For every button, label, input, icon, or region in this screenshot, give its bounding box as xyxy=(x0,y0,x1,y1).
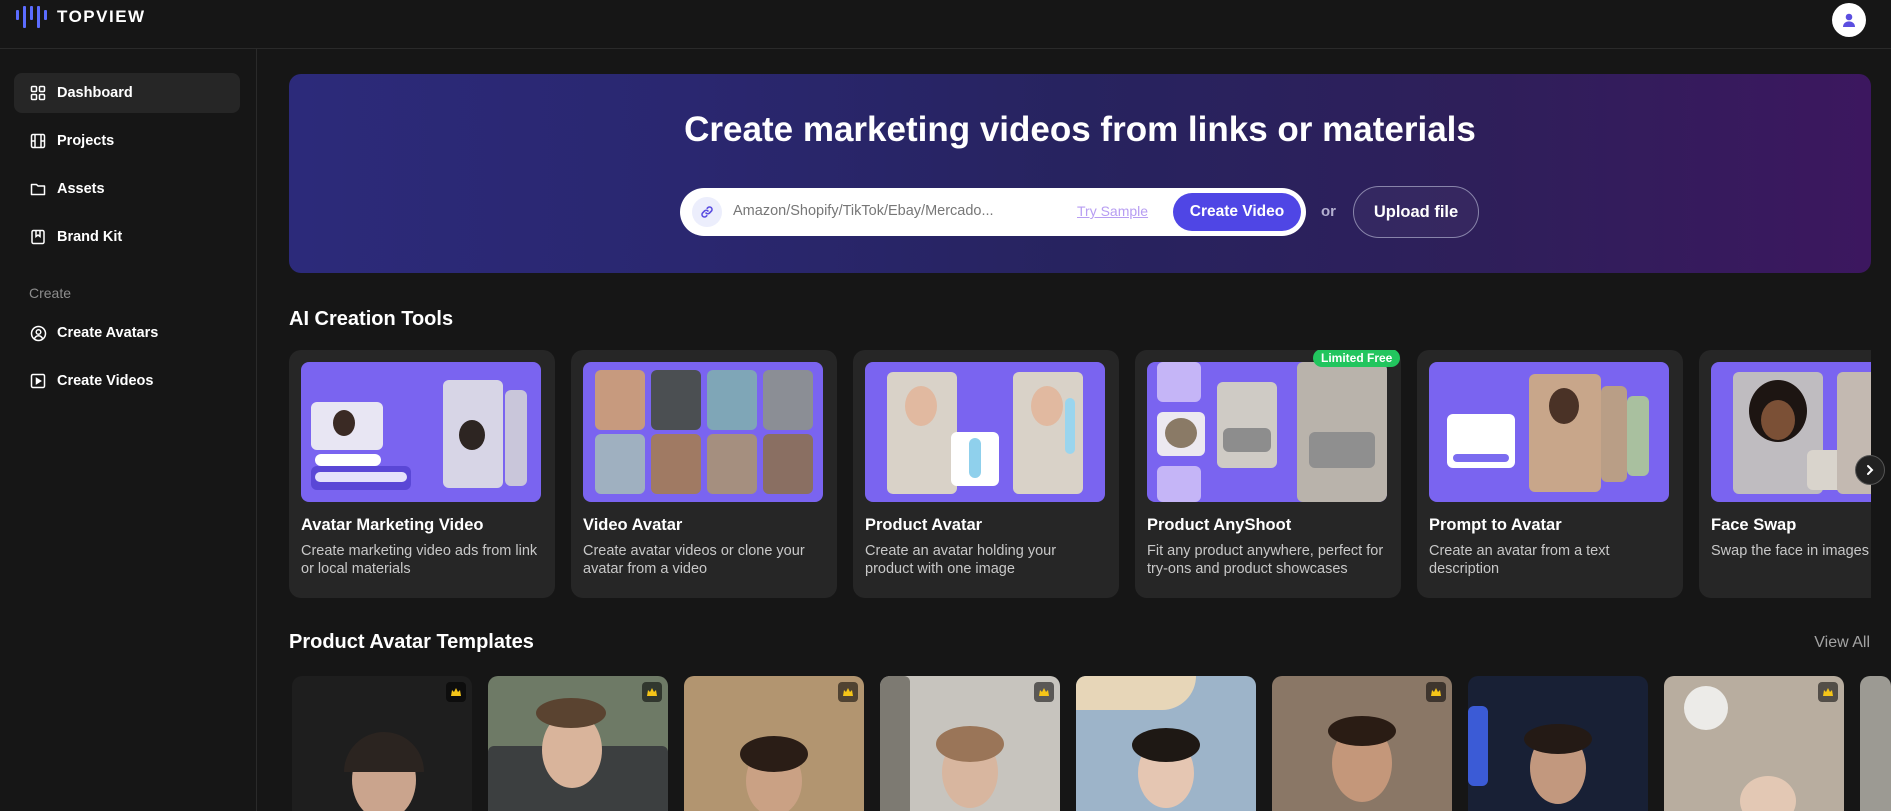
try-sample-link[interactable]: Try Sample xyxy=(1077,203,1148,219)
sidebar-section-create: Create xyxy=(29,285,72,301)
sidebar: Dashboard Projects Assets Brand Kit Crea… xyxy=(0,49,257,811)
user-icon xyxy=(1843,13,1855,27)
template-card[interactable] xyxy=(880,676,1060,811)
sidebar-item-label: Dashboard xyxy=(57,85,133,101)
grid-icon xyxy=(29,84,47,102)
crown-icon xyxy=(838,682,858,702)
tool-card-product-avatar[interactable]: Product Avatar Create an avatar holding … xyxy=(853,350,1119,598)
create-video-button[interactable]: Create Video xyxy=(1173,193,1301,231)
crown-icon xyxy=(1034,682,1054,702)
crown-icon xyxy=(446,682,466,702)
tool-title: Video Avatar xyxy=(583,516,683,534)
ai-tools-carousel: Avatar Marketing Video Create marketing … xyxy=(289,350,1871,598)
tool-thumbnail xyxy=(1147,362,1387,502)
template-card[interactable] xyxy=(1076,676,1256,811)
tool-title: Face Swap xyxy=(1711,516,1797,534)
topview-logo[interactable]: TOPVIEW xyxy=(16,6,146,28)
sidebar-item-assets[interactable]: Assets xyxy=(14,169,240,209)
tool-card-product-anyshoot[interactable]: Product AnyShoot Fit any product anywher… xyxy=(1135,350,1401,598)
logo-mark-icon xyxy=(16,6,47,28)
upload-file-button[interactable]: Upload file xyxy=(1353,186,1479,238)
tool-title: Product Avatar xyxy=(865,516,983,534)
hero-title: Create marketing videos from links or ma… xyxy=(684,110,1476,149)
tool-title: Product AnyShoot xyxy=(1147,516,1292,534)
tool-card-avatar-marketing-video[interactable]: Avatar Marketing Video Create marketing … xyxy=(289,350,555,598)
brand-name: TOPVIEW xyxy=(57,7,146,26)
tool-description: Create marketing video ads from link or … xyxy=(301,543,538,577)
tool-description: Create an avatar holding your product wi… xyxy=(865,543,1057,577)
avatar-icon xyxy=(29,324,47,342)
template-card[interactable] xyxy=(1272,676,1452,811)
hero-banner: Create marketing videos from links or ma… xyxy=(289,74,1871,273)
sidebar-item-create-videos[interactable]: Create Videos xyxy=(14,361,240,401)
tool-description: Create avatar videos or clone your avata… xyxy=(583,543,805,577)
sidebar-item-label: Projects xyxy=(57,133,115,149)
tool-description: Fit any product anywhere, perfect for tr… xyxy=(1147,543,1384,577)
video-icon xyxy=(29,372,47,390)
tool-title: Avatar Marketing Video xyxy=(301,516,484,534)
crown-icon xyxy=(642,682,662,702)
tool-title: Prompt to Avatar xyxy=(1429,516,1562,534)
or-separator: or xyxy=(1321,203,1336,220)
crown-icon xyxy=(1818,682,1838,702)
tool-description: Create an avatar from a text description xyxy=(1429,543,1610,577)
templates-row xyxy=(289,676,1891,811)
template-card[interactable] xyxy=(292,676,472,811)
film-icon xyxy=(29,132,47,150)
sidebar-item-dashboard[interactable]: Dashboard xyxy=(14,73,240,113)
tool-thumbnail xyxy=(583,362,823,502)
tool-description: Swap the face in images xyxy=(1711,543,1869,559)
link-input-bar[interactable]: Amazon/Shopify/TikTok/Ebay/Mercado... Tr… xyxy=(680,188,1306,236)
link-input-placeholder[interactable]: Amazon/Shopify/TikTok/Ebay/Mercado... xyxy=(733,203,994,219)
sidebar-item-label: Create Videos xyxy=(57,373,154,389)
sidebar-item-label: Assets xyxy=(57,181,105,197)
tool-thumbnail xyxy=(1711,362,1871,502)
view-all-link[interactable]: View All xyxy=(1814,634,1870,652)
tool-thumbnail xyxy=(865,362,1105,502)
template-card[interactable] xyxy=(1664,676,1844,811)
bookmark-icon xyxy=(29,228,47,246)
sidebar-item-label: Create Avatars xyxy=(57,325,159,341)
folder-icon xyxy=(29,180,47,198)
template-card[interactable] xyxy=(1860,676,1891,811)
top-bar: TOPVIEW xyxy=(0,0,1891,49)
tool-card-video-avatar[interactable]: Video Avatar Create avatar videos or clo… xyxy=(571,350,837,598)
template-card[interactable] xyxy=(488,676,668,811)
tool-thumbnail xyxy=(301,362,541,502)
chevron-right-icon xyxy=(1867,465,1874,475)
tool-card-prompt-to-avatar[interactable]: Prompt to Avatar Create an avatar from a… xyxy=(1417,350,1683,598)
tool-card-face-swap[interactable]: Face Swap Swap the face in images xyxy=(1699,350,1871,598)
carousel-next-button[interactable] xyxy=(1855,455,1885,485)
template-card[interactable] xyxy=(684,676,864,811)
crown-icon xyxy=(1426,682,1446,702)
ai-creation-tools-title: AI Creation Tools xyxy=(289,308,454,330)
user-avatar[interactable] xyxy=(1832,3,1866,37)
product-avatar-templates-title: Product Avatar Templates xyxy=(289,631,534,653)
sidebar-item-brand-kit[interactable]: Brand Kit xyxy=(14,217,240,257)
template-card[interactable] xyxy=(1468,676,1648,811)
sidebar-item-create-avatars[interactable]: Create Avatars xyxy=(14,313,240,353)
tool-thumbnail xyxy=(1429,362,1669,502)
link-icon xyxy=(692,197,722,227)
sidebar-item-label: Brand Kit xyxy=(57,229,123,245)
sidebar-item-projects[interactable]: Projects xyxy=(14,121,240,161)
limited-free-badge: Limited Free xyxy=(1313,350,1401,367)
